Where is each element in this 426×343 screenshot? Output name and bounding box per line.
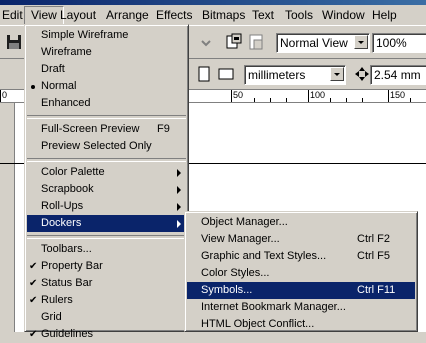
view-menu-item-enhanced[interactable]: Enhanced: [27, 95, 186, 112]
application-launcher-icon[interactable]: [224, 32, 244, 52]
ruler-tick: [0, 90, 1, 102]
view-menu: Simple Wireframe Wireframe Draft Normal …: [24, 24, 189, 340]
menu-bitmaps[interactable]: Bitmaps: [196, 5, 251, 25]
nudge-offset-field[interactable]: 2.54 mm: [370, 65, 426, 85]
view-menu-item-preview-selected-only[interactable]: Preview Selected Only: [27, 138, 186, 155]
ruler-label: 100: [310, 90, 326, 100]
landscape-icon[interactable]: [216, 64, 236, 84]
view-menu-item-scrapbook[interactable]: Scrapbook: [27, 181, 186, 198]
dockers-item-html-object-conflict[interactable]: HTML Object Conflict...: [187, 316, 415, 333]
dockers-item-color-styles[interactable]: Color Styles...: [187, 265, 415, 282]
vertical-ruler[interactable]: [0, 103, 15, 332]
ruler-tick: [410, 98, 411, 102]
ruler-tick: [330, 98, 331, 102]
checkmark-icon: ✔: [29, 261, 38, 272]
ruler-tick: [362, 98, 363, 102]
zoom-level-value: 100%: [376, 36, 407, 50]
menu-layout[interactable]: Layout: [54, 5, 102, 25]
view-menu-item-color-palette[interactable]: Color Palette: [27, 164, 186, 181]
menu-separator: [27, 115, 186, 119]
ruler-tick: [308, 90, 309, 102]
chevron-down-icon[interactable]: [196, 33, 216, 53]
view-menu-item-wireframe[interactable]: Wireframe: [27, 44, 186, 61]
view-menu-item-simple-wireframe[interactable]: Simple Wireframe: [27, 27, 186, 44]
view-menu-item-grid[interactable]: Grid: [27, 309, 186, 326]
view-menu-item-status-bar[interactable]: ✔ Status Bar: [27, 275, 186, 292]
ruler-tick: [346, 98, 347, 102]
menu-help[interactable]: Help: [366, 5, 403, 25]
ruler-tick: [231, 90, 232, 102]
corel-online-icon[interactable]: [246, 32, 266, 52]
dropdown-arrow-icon[interactable]: [330, 67, 344, 81]
submenu-arrow-icon: [177, 169, 181, 177]
view-menu-item-toolbars[interactable]: Toolbars...: [27, 241, 186, 258]
menu-separator: [27, 235, 186, 239]
view-menu-item-roll-ups[interactable]: Roll-Ups: [27, 198, 186, 215]
ruler-label: 0: [2, 90, 8, 100]
save-icon[interactable]: [4, 32, 24, 52]
ruler-label: 150: [390, 90, 406, 100]
submenu-arrow-icon: [177, 220, 181, 228]
nudge-offset-value: 2.54 mm: [374, 68, 421, 82]
submenu-arrow-icon: [177, 203, 181, 211]
submenu-arrow-icon: [177, 186, 181, 194]
view-menu-item-property-bar[interactable]: ✔ Property Bar: [27, 258, 186, 275]
view-menu-item-draft[interactable]: Draft: [27, 61, 186, 78]
ruler-tick: [388, 90, 389, 102]
ruler-label: 50: [233, 90, 244, 100]
units-value: millimeters: [248, 68, 306, 82]
checkmark-icon: ✔: [29, 295, 38, 306]
dockers-item-view-manager[interactable]: View Manager... Ctrl F2: [187, 231, 415, 248]
view-menu-item-dockers[interactable]: Dockers: [27, 215, 186, 232]
ruler-tick: [286, 98, 287, 102]
view-mode-value: Normal View: [280, 36, 348, 50]
nudge-icon: [352, 64, 372, 84]
menu-tools[interactable]: Tools: [279, 5, 319, 25]
dockers-item-symbols[interactable]: Symbols... Ctrl F11: [187, 282, 415, 299]
units-select[interactable]: millimeters: [244, 65, 346, 85]
ruler-tick: [254, 98, 255, 102]
checkmark-icon: ✔: [29, 278, 38, 289]
dockers-submenu: Object Manager... View Manager... Ctrl F2…: [184, 211, 418, 332]
zoom-level-select[interactable]: 100%: [372, 33, 426, 53]
dropdown-arrow-icon[interactable]: [354, 35, 368, 49]
view-menu-item-full-screen-preview[interactable]: Full-Screen Preview F9: [27, 121, 186, 138]
view-menu-item-normal[interactable]: Normal: [27, 78, 186, 95]
dockers-item-internet-bookmark-manager[interactable]: Internet Bookmark Manager...: [187, 299, 415, 316]
ruler-tick: [270, 98, 271, 102]
menu-text[interactable]: Text: [246, 5, 280, 25]
view-menu-item-guidelines[interactable]: ✔ Guidelines: [27, 326, 186, 343]
view-mode-select[interactable]: Normal View: [276, 33, 370, 53]
dockers-item-graphic-text-styles[interactable]: Graphic and Text Styles... Ctrl F5: [187, 248, 415, 265]
menu-arrange[interactable]: Arrange: [100, 5, 155, 25]
dockers-item-object-manager[interactable]: Object Manager...: [187, 214, 415, 231]
menu-window[interactable]: Window: [316, 5, 371, 25]
portrait-icon[interactable]: [194, 64, 214, 84]
menu-separator: [27, 158, 186, 162]
checkmark-icon: ✔: [29, 329, 38, 340]
menu-effects[interactable]: Effects: [150, 5, 198, 25]
radio-bullet-icon: [31, 85, 35, 89]
menu-bar: Edit View Layout Arrange Effects Bitmaps…: [0, 5, 426, 26]
view-menu-item-rulers[interactable]: ✔ Rulers: [27, 292, 186, 309]
